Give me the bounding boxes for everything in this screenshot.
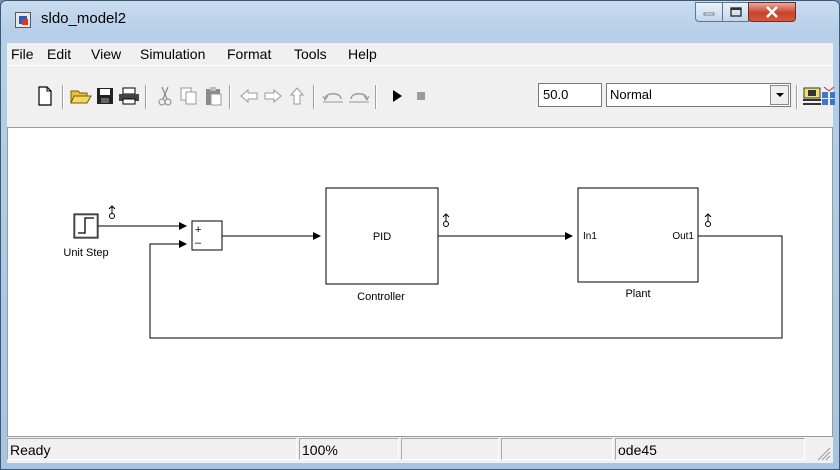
back-arrow-icon [240, 88, 258, 104]
copy-icon [180, 87, 197, 105]
undo-button[interactable] [321, 84, 345, 108]
go-to-parent-button[interactable] [285, 84, 309, 108]
stop-icon [417, 92, 425, 100]
play-icon [393, 90, 402, 102]
open-model-button[interactable] [69, 84, 93, 108]
printer-icon [119, 87, 139, 105]
paste-button[interactable] [201, 84, 225, 108]
pid-text: PID [373, 231, 391, 243]
sum-minus-sign: – [195, 237, 202, 249]
print-button[interactable] [117, 84, 141, 108]
save-button[interactable] [93, 84, 117, 108]
save-floppy-icon [97, 88, 113, 104]
window-title: sldo_model2 [41, 10, 127, 27]
status-bar: Ready 100% ode45 [7, 437, 833, 463]
dropdown-arrow-button[interactable] [770, 85, 789, 105]
library-browser-icon [822, 86, 835, 105]
status-text: Ready [7, 438, 297, 460]
new-model-button[interactable] [33, 84, 57, 108]
build-icon [803, 87, 821, 105]
cut-button[interactable] [153, 84, 177, 108]
status-cell-empty-2 [501, 438, 613, 460]
plant-output-port-label: Out1 [672, 231, 694, 242]
stop-simulation-button[interactable] [409, 84, 433, 108]
start-simulation-button[interactable] [385, 84, 409, 108]
simulation-mode-value: Normal [610, 87, 652, 102]
simulink-app-icon[interactable] [15, 12, 31, 28]
scissors-icon [158, 86, 172, 106]
library-browser-button[interactable] [821, 84, 835, 108]
resize-grip-icon[interactable] [815, 445, 831, 461]
new-document-icon [38, 86, 52, 106]
solver-name: ode45 [615, 438, 805, 460]
close-icon [766, 6, 778, 18]
unit-step-block[interactable] [73, 213, 99, 239]
toolbar: 50.0 Normal [7, 65, 835, 128]
model-canvas[interactable]: Unit Step + – PID Controller In1 Out1 Pl… [7, 127, 833, 437]
maximize-button[interactable] [722, 2, 749, 22]
redo-button[interactable] [347, 84, 371, 108]
status-cell-empty-1 [401, 438, 499, 460]
minimize-button[interactable] [695, 2, 723, 22]
up-arrow-icon [289, 87, 305, 105]
undo-icon [322, 93, 343, 103]
stop-time-input[interactable]: 50.0 [538, 83, 602, 107]
minimize-icon [703, 12, 715, 16]
chevron-down-icon [775, 93, 784, 97]
back-button[interactable] [237, 84, 261, 108]
menu-bar: File Edit View Simulation Format Tools H… [7, 43, 833, 65]
unit-step-label: Unit Step [63, 247, 108, 259]
menu-format[interactable]: Format [227, 46, 271, 62]
controller-label: Controller [357, 291, 405, 303]
signal-logging-icon [108, 205, 116, 219]
forward-arrow-icon [264, 88, 282, 104]
copy-button[interactable] [177, 84, 201, 108]
simulation-mode-select[interactable]: Normal [606, 83, 791, 107]
close-button[interactable] [748, 2, 796, 22]
menu-simulation[interactable]: Simulation [140, 46, 205, 62]
signal-logging-icon [442, 213, 450, 227]
menu-help[interactable]: Help [348, 46, 377, 62]
open-folder-icon [70, 90, 92, 104]
block-diagram: Unit Step + – PID Controller In1 Out1 Pl… [63, 187, 783, 339]
menu-edit[interactable]: Edit [47, 46, 71, 62]
application-window: sldo_model2 File Edit View Simulation Fo… [0, 0, 840, 470]
signal-logging-icon [704, 213, 712, 227]
title-bar[interactable]: sldo_model2 [1, 1, 839, 43]
menu-file[interactable]: File [11, 46, 34, 62]
menu-tools[interactable]: Tools [294, 46, 327, 62]
plant-label: Plant [625, 288, 650, 300]
menu-view[interactable]: View [91, 46, 121, 62]
zoom-level: 100% [299, 438, 399, 460]
sum-plus-sign: + [195, 224, 201, 236]
redo-icon [349, 93, 370, 103]
paste-clipboard-icon [206, 87, 222, 106]
plant-input-port-label: In1 [583, 231, 597, 242]
maximize-icon [729, 7, 742, 17]
forward-button[interactable] [261, 84, 285, 108]
